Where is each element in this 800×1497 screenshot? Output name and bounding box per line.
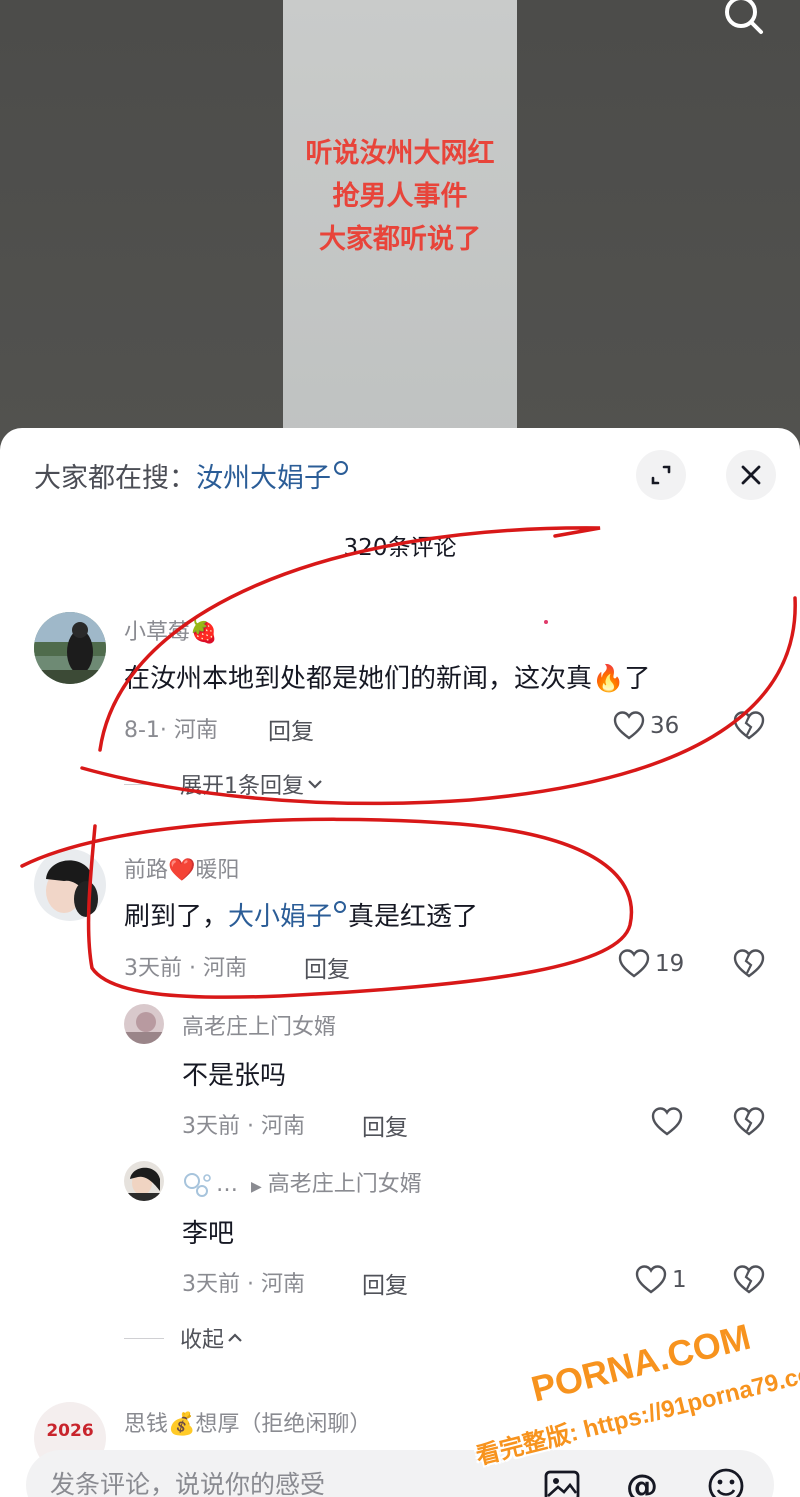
- comment-body: 刷到了，: [124, 902, 229, 932]
- search-icon: [334, 461, 348, 475]
- money-bag-icon: 💰: [168, 1412, 196, 1437]
- caption-line: 听说汝州大网红: [305, 138, 495, 169]
- username-text: 暖阳: [195, 858, 240, 883]
- search-keyword-link[interactable]: 大小娟子: [228, 902, 332, 932]
- avatar[interactable]: [34, 612, 106, 684]
- reply-to-username[interactable]: 高老庄上门女婿: [268, 1172, 422, 1197]
- heart-icon: [651, 1107, 683, 1136]
- heart-icon: [635, 1265, 667, 1294]
- reply-meta: 3天前 · 河南: [182, 1272, 305, 1297]
- emoji-icon[interactable]: [706, 1466, 746, 1497]
- username-text: 想厚（拒绝闲聊）: [195, 1412, 372, 1437]
- comment-body: 在汝州本地到处都是她们的新闻，这次真: [124, 664, 593, 694]
- expand-replies-label: 展开1条回复: [180, 774, 304, 799]
- comment-body-end: 真是红透了: [348, 902, 479, 932]
- username-text: 前路: [124, 858, 169, 883]
- caption-line: 抢男人事件: [332, 181, 468, 212]
- close-button[interactable]: [726, 450, 776, 500]
- reply-button[interactable]: 回复: [268, 712, 314, 746]
- caption-line: 大家都听说了: [319, 224, 481, 255]
- reply-button[interactable]: 回复: [304, 950, 350, 984]
- dislike-icon[interactable]: [732, 1105, 766, 1139]
- comment-count: 320条评论: [343, 535, 457, 561]
- comment-meta: 8-1· 河南: [124, 718, 218, 743]
- comment-text: 刷到了，大小娟子 真是红透了: [124, 896, 478, 933]
- reply-button[interactable]: 回复: [362, 1108, 408, 1142]
- avatar[interactable]: [124, 1161, 164, 1201]
- like-button[interactable]: 36: [612, 709, 679, 743]
- dislike-icon[interactable]: [732, 1263, 766, 1297]
- expand-replies-button[interactable]: 展开1条回复: [124, 768, 326, 800]
- dislike-icon[interactable]: [732, 709, 766, 743]
- trending-search-prefix: 大家都在搜：: [34, 463, 196, 494]
- like-count: 1: [672, 1267, 687, 1293]
- heart-icon: [618, 949, 650, 978]
- username-text: 思钱: [124, 1412, 169, 1437]
- comment-username[interactable]: 思钱💰想厚（拒绝闲聊）: [124, 1406, 371, 1438]
- avatar[interactable]: [124, 1004, 164, 1044]
- reply-text: 不是张吗: [182, 1061, 287, 1091]
- search-icon[interactable]: [716, 0, 770, 42]
- reply-button[interactable]: 回复: [362, 1266, 408, 1300]
- trending-search-keyword[interactable]: 汝州大娟子: [196, 463, 331, 494]
- heart-emoji-icon: ❤️: [168, 858, 196, 883]
- expand-button[interactable]: [636, 450, 686, 500]
- comment-meta: 3天前 · 河南: [124, 956, 247, 981]
- video-player[interactable]: 听说汝州大网红 抢男人事件 大家都听说了: [0, 0, 800, 450]
- comment-text: 在汝州本地到处都是她们的新闻，这次真🔥了: [124, 658, 650, 695]
- divider-line: [124, 783, 164, 785]
- like-button[interactable]: [650, 1105, 688, 1139]
- reply-username[interactable]: … ▶ 高老庄上门女婿: [182, 1166, 422, 1200]
- avatar[interactable]: [34, 849, 106, 921]
- heart-icon: [613, 711, 645, 740]
- comment-body-end: 了: [624, 664, 651, 694]
- trending-search[interactable]: 大家都在搜：汝州大娟子: [34, 456, 348, 495]
- like-button[interactable]: 19: [617, 947, 684, 981]
- comment-input[interactable]: [50, 1464, 490, 1497]
- reply-meta: 3天前 · 河南: [182, 1114, 305, 1139]
- collapse-label: 收起: [180, 1328, 225, 1353]
- dislike-icon[interactable]: [732, 947, 766, 981]
- reply-username[interactable]: 高老庄上门女婿: [182, 1009, 336, 1041]
- like-count: 19: [655, 951, 685, 977]
- expand-icon: [651, 465, 671, 485]
- search-icon: [334, 901, 347, 913]
- username-text: …: [216, 1172, 238, 1197]
- reply-arrow-icon: ▶: [251, 1179, 262, 1195]
- chevron-up-icon: [228, 1333, 242, 1342]
- comment-username[interactable]: 前路❤️暖阳: [124, 852, 239, 884]
- bubbles-icon: [184, 1173, 211, 1197]
- like-count: 36: [650, 713, 680, 739]
- like-button[interactable]: 1: [634, 1263, 687, 1297]
- divider-line: [124, 1337, 164, 1339]
- fire-icon: 🔥: [592, 664, 625, 694]
- username-text: 小草莓: [124, 620, 191, 645]
- chevron-down-icon: [308, 780, 322, 789]
- close-icon: [741, 465, 761, 485]
- strawberry-icon: 🍓: [190, 620, 218, 645]
- reply-text: 李吧: [182, 1219, 235, 1249]
- avatar-text: 2026: [46, 1421, 93, 1441]
- comment-username[interactable]: 小草莓🍓: [124, 614, 217, 646]
- video-caption: 听说汝州大网红 抢男人事件 大家都听说了: [283, 132, 517, 261]
- collapse-replies-button[interactable]: 收起: [124, 1322, 246, 1354]
